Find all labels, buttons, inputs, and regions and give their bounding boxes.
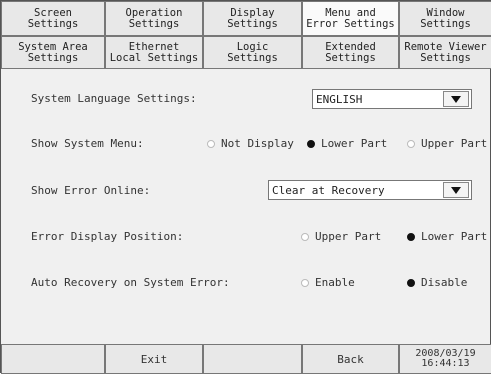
tab-line: Operation — [125, 6, 183, 19]
radio-empty-icon — [207, 139, 215, 148]
settings-panel: System Language Settings: ENGLISH Show S… — [5, 70, 488, 338]
radio-label: Not Display — [221, 137, 294, 150]
settings-screen: Screen Settings Operation Settings Displ… — [0, 0, 491, 374]
tab-line: Settings — [128, 17, 180, 30]
tab-window-settings[interactable]: Window Settings — [399, 1, 491, 36]
tab-line: Menu and — [325, 6, 376, 19]
radio-empty-icon — [301, 232, 309, 241]
footer-blank-1 — [1, 344, 105, 374]
error-online-dropdown[interactable]: Clear at Recovery — [268, 180, 472, 200]
radio-menu-upper-part[interactable]: Upper Part — [407, 137, 487, 150]
tab-line: Display — [230, 6, 275, 19]
tab-remote-viewer-settings[interactable]: Remote Viewer Settings — [399, 36, 491, 69]
tab-menu-error-settings[interactable]: Menu and Error Settings — [302, 1, 399, 36]
tab-ethernet-local-settings[interactable]: Ethernet Local Settings — [105, 36, 203, 69]
radio-filled-icon — [307, 139, 315, 148]
radio-filled-icon — [407, 278, 415, 287]
radio-label: Lower Part — [321, 137, 388, 150]
back-button[interactable]: Back — [302, 344, 399, 374]
radio-enable[interactable]: Enable — [301, 276, 355, 289]
tab-line: Settings — [27, 51, 79, 64]
tab-line: Settings — [325, 51, 376, 64]
tab-line: Screen — [34, 6, 72, 19]
radio-empty-icon — [301, 278, 309, 287]
triangle-down-icon[interactable] — [443, 91, 469, 107]
tab-line: System Area — [18, 40, 88, 53]
error-position-label: Error Display Position: — [31, 230, 184, 243]
radio-label: Upper Part — [421, 137, 488, 150]
tab-display-settings[interactable]: Display Settings — [203, 1, 302, 36]
error-online-label: Show Error Online: — [31, 184, 151, 197]
footer-blank-2 — [203, 344, 302, 374]
radio-label: Upper Part — [315, 230, 382, 243]
radio-disable[interactable]: Disable — [407, 276, 467, 289]
auto-recovery-label: Auto Recovery on System Error: — [31, 276, 230, 289]
system-menu-label: Show System Menu: — [31, 137, 144, 150]
exit-button[interactable]: Exit — [105, 344, 203, 374]
triangle-down-icon[interactable] — [443, 182, 469, 198]
radio-label: Lower Part — [421, 230, 488, 243]
radio-not-display[interactable]: Not Display — [207, 137, 294, 150]
radio-error-upper-part[interactable]: Upper Part — [301, 230, 381, 243]
radio-label: Enable — [315, 276, 355, 289]
clock-display: 2008/03/19 16:44:13 — [399, 344, 491, 374]
radio-error-lower-part[interactable]: Lower Part — [407, 230, 487, 243]
tab-line: Settings — [227, 17, 278, 30]
tab-line: Local Settings — [109, 51, 199, 64]
language-dropdown[interactable]: ENGLISH — [312, 89, 472, 109]
tab-line: Window — [426, 6, 465, 19]
tab-line: Logic — [236, 40, 269, 53]
clock-time: 16:44:13 — [421, 358, 470, 369]
tab-operation-settings[interactable]: Operation Settings — [105, 1, 203, 36]
radio-menu-lower-part[interactable]: Lower Part — [307, 137, 387, 150]
tab-line: Settings — [27, 17, 79, 30]
tab-line: Settings — [420, 51, 471, 64]
tab-system-area-settings[interactable]: System Area Settings — [1, 36, 105, 69]
radio-label: Disable — [421, 276, 468, 289]
tab-line: Extended — [325, 40, 376, 53]
tab-extended-settings[interactable]: Extended Settings — [302, 36, 399, 69]
radio-empty-icon — [407, 139, 415, 148]
error-online-value: Clear at Recovery — [272, 184, 385, 197]
language-label: System Language Settings: — [31, 92, 197, 105]
tab-logic-settings[interactable]: Logic Settings — [203, 36, 302, 69]
language-value: ENGLISH — [316, 93, 363, 106]
tab-line: Settings — [420, 17, 471, 30]
tab-line: Settings — [227, 51, 278, 64]
tab-line: Ethernet — [128, 40, 180, 53]
tab-line: Error Settings — [306, 17, 395, 30]
tab-line: Remote Viewer — [404, 40, 487, 53]
tab-screen-settings[interactable]: Screen Settings — [1, 1, 105, 36]
radio-filled-icon — [407, 232, 415, 241]
